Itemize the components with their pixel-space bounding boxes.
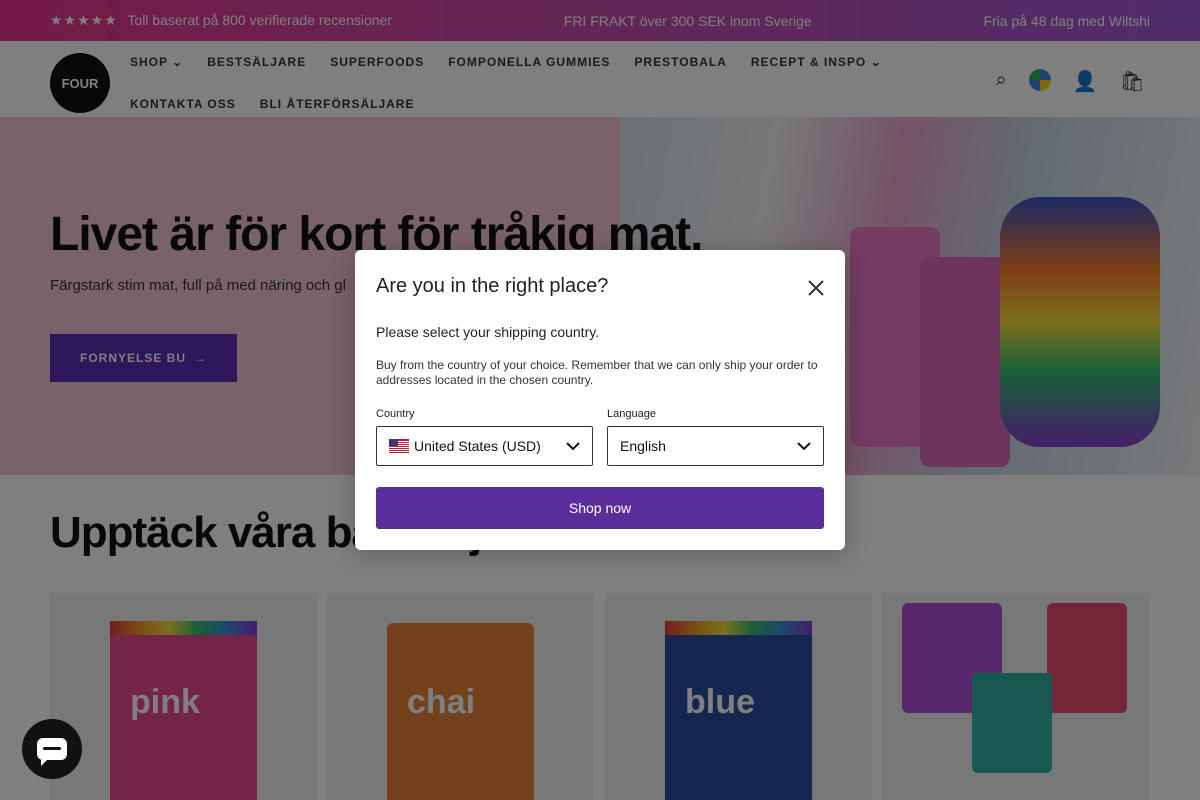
language-label: Language — [607, 408, 656, 420]
modal-title: Are you in the right place? — [376, 275, 609, 297]
chevron-down-icon — [566, 442, 580, 451]
chevron-down-icon — [797, 442, 811, 451]
country-label: Country — [376, 408, 415, 420]
chat-button[interactable] — [22, 719, 82, 779]
modal-description: Buy from the country of your choice. Rem… — [376, 358, 818, 387]
close-icon — [808, 280, 824, 296]
shop-now-button[interactable]: Shop now — [376, 487, 824, 529]
country-select[interactable]: United States (USD) — [376, 426, 593, 466]
close-button[interactable] — [805, 277, 827, 299]
country-value: United States (USD) — [414, 438, 541, 454]
chat-icon — [37, 738, 67, 766]
country-selector-modal: Are you in the right place? Please selec… — [355, 250, 845, 550]
language-value: English — [620, 438, 666, 454]
modal-lead: Please select your shipping country. — [376, 324, 600, 340]
us-flag-icon — [389, 439, 409, 453]
language-select[interactable]: English — [607, 426, 824, 466]
